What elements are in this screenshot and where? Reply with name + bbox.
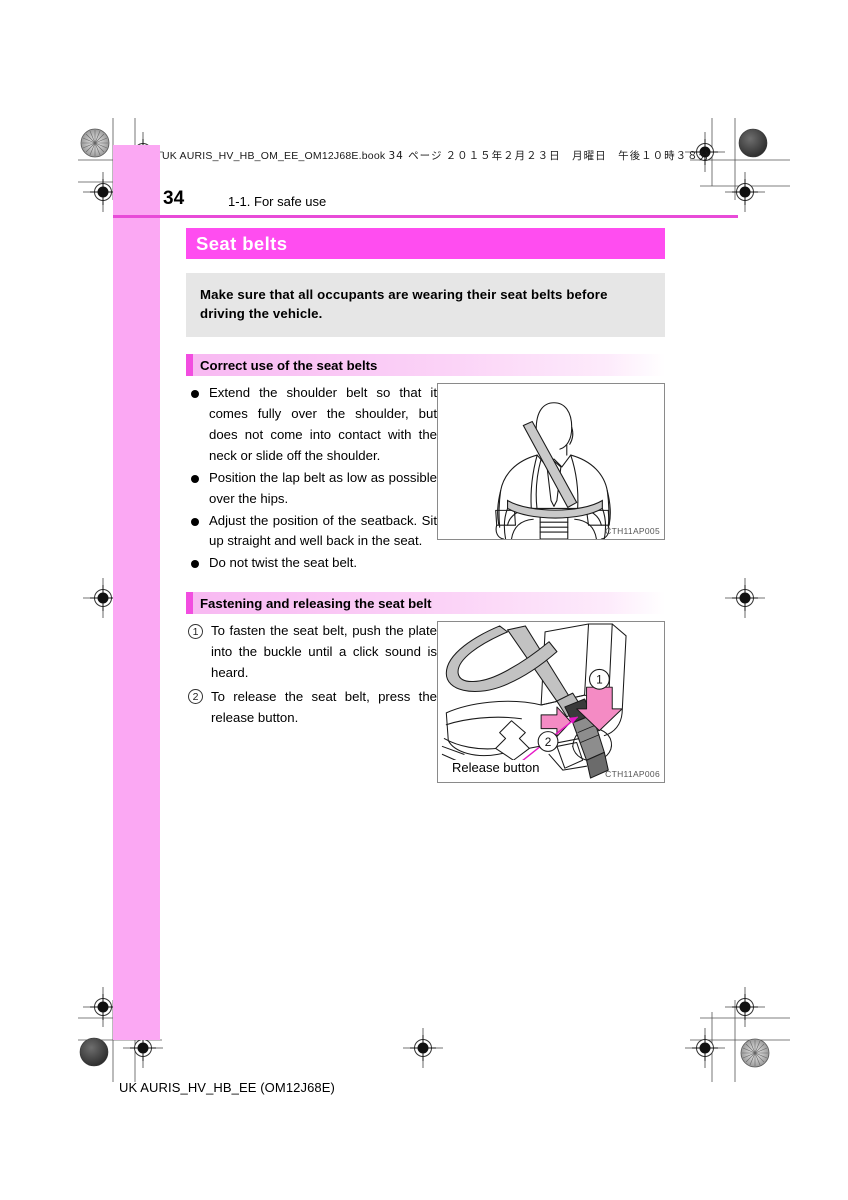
list-item: 2 To release the seat belt, press the re… [186,687,437,729]
figure-column: 1 2 Release button CTH11AP006 [437,621,665,784]
svg-text:1: 1 [596,673,603,687]
safety-callout-text: Make sure that all occupants are wearing… [200,287,608,321]
arrow-belt-retract [495,720,530,761]
step-text: To release the seat belt, press the rele… [211,688,437,725]
section-body-correct-use: Extend the shoulder belt so that it come… [186,383,665,575]
step-text: To fasten the seat belt, push the plate … [211,623,437,680]
subsection-header-correct-use: Correct use of the seat belts [186,354,665,377]
footer-document-code: UK AURIS_HV_HB_EE (OM12J68E) [119,1080,335,1095]
figure-buckle-release: 1 2 Release button CTH11AP006 [437,621,665,784]
seatbelt-wearing-illustration [495,402,611,540]
section-body-fastening: 1 To fasten the seat belt, push the plat… [186,621,665,784]
print-date-text: ２０１５年２月２３日 月曜日 午後１０時３８分 [445,150,711,162]
list-item: Adjust the position of the seatback. Sit… [186,511,437,553]
book-code-text: UK AURIS_HV_HB_OM_EE_OM12J68E.book [162,150,386,162]
page-title: Seat belts [196,232,288,254]
page-number: 34 [163,188,185,209]
svg-text:2: 2 [545,735,552,749]
figure-code: CTH11AP006 [605,769,660,780]
bullet-list: Extend the shoulder belt so that it come… [186,383,437,574]
list-item: Extend the shoulder belt so that it come… [186,383,437,466]
step-number-badge: 2 [188,689,203,705]
subsection-title: Correct use of the seat belts [200,357,378,373]
subsection-header-fastening: Fastening and releasing the seat belt [186,592,665,615]
steps-column: 1 To fasten the seat belt, push the plat… [186,621,437,783]
list-item: Position the lap belt as low as possible… [186,468,437,510]
numbered-step-list: 1 To fasten the seat belt, push the plat… [186,621,437,728]
figure-callout-1: 1 [588,669,610,690]
figure-column: CTH11AP005 [437,383,665,575]
header-accent-rule [113,215,738,218]
list-item: 1 To fasten the seat belt, push the plat… [186,621,437,684]
book-header-line: UK AURIS_HV_HB_OM_EE_OM12J68E.book 34 ペー… [162,148,710,163]
bullet-column: Extend the shoulder belt so that it come… [186,383,437,575]
figure-seatbelt-wearing: CTH11AP005 [437,383,665,541]
buckle-release-illustration: 1 2 [441,623,627,779]
step-number-badge: 1 [188,623,203,639]
figure-callout-2: 2 [537,731,559,753]
figure-code: CTH11AP005 [605,526,660,537]
page-content: Seat belts Make sure that all occupants … [186,228,665,784]
subsection-title: Fastening and releasing the seat belt [200,595,432,611]
release-button-label: Release button [451,760,541,776]
binding-edge-bleed-bar [113,145,160,1040]
breadcrumb: 1-1. For safe use [228,194,327,209]
page-title-bar: Seat belts [186,228,665,259]
list-item: Do not twist the seat belt. [186,553,437,574]
safety-callout-box: Make sure that all occupants are wearing… [186,273,665,338]
page-marker-text: 34 ページ [388,150,443,162]
